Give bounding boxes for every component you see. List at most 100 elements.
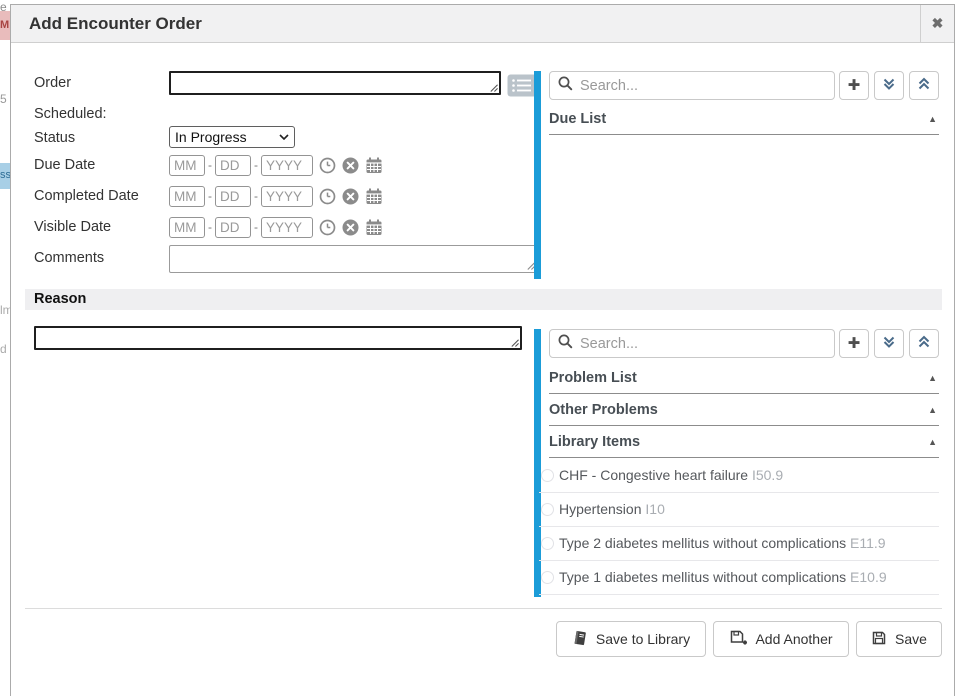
library-item-type2-diabetes[interactable]: Type 2 diabetes mellitus without complic…	[539, 527, 939, 561]
completed-date-calendar-button[interactable]	[365, 188, 383, 205]
due-list-label: Due List	[549, 111, 606, 127]
radio-icon[interactable]	[541, 469, 554, 482]
due-date-day-input[interactable]	[215, 155, 251, 176]
comments-textarea[interactable]	[169, 245, 538, 273]
due-date-row: - -	[169, 154, 383, 176]
status-select[interactable]: In Progress	[169, 126, 295, 148]
clear-circle-icon	[342, 193, 359, 208]
save-label: Save	[895, 631, 927, 647]
radio-icon[interactable]	[541, 571, 554, 584]
plus-icon: ✚	[848, 78, 861, 93]
problem-list-label: Problem List	[549, 370, 637, 386]
order-lookup-button[interactable]	[507, 74, 537, 97]
radio-icon[interactable]	[541, 503, 554, 516]
due-date-month-input[interactable]	[169, 155, 205, 176]
double-chevron-down-icon	[882, 77, 896, 94]
close-button[interactable]: ✖	[921, 5, 954, 42]
double-chevron-up-icon	[917, 77, 931, 94]
double-chevron-down-icon	[882, 335, 896, 352]
other-problems-label: Other Problems	[549, 402, 658, 418]
reason-input[interactable]	[34, 326, 522, 350]
order-search-input[interactable]	[580, 78, 826, 94]
due-date-calendar-button[interactable]	[365, 157, 383, 174]
due-date-label: Due Date	[34, 157, 95, 173]
list-icon	[507, 85, 537, 100]
order-add-button[interactable]: ✚	[839, 71, 869, 100]
library-item-type1-diabetes[interactable]: Type 1 diabetes mellitus without complic…	[539, 561, 939, 595]
completed-date-month-input[interactable]	[169, 186, 205, 207]
triangle-up-icon: ▲	[928, 437, 937, 447]
add-another-label: Add Another	[755, 631, 832, 647]
completed-date-year-input[interactable]	[261, 186, 313, 207]
completed-date-time-button[interactable]	[319, 188, 336, 205]
clock-icon	[319, 224, 336, 239]
background-fragment: M	[0, 11, 10, 40]
calendar-icon	[365, 193, 383, 208]
panel-accent-bar	[534, 71, 541, 279]
library-item-hypertension[interactable]: Hypertension I10	[539, 493, 939, 527]
due-date-clear-button[interactable]	[342, 157, 359, 174]
resize-grip-icon[interactable]	[510, 338, 519, 347]
dialog-title: Add Encounter Order	[29, 5, 202, 42]
completed-date-day-input[interactable]	[215, 186, 251, 207]
save-button[interactable]: Save	[856, 621, 942, 657]
date-separator: -	[254, 216, 258, 238]
radio-icon[interactable]	[541, 537, 554, 550]
order-search-box	[549, 71, 835, 100]
reason-add-button[interactable]: ✚	[839, 329, 869, 358]
visible-date-time-button[interactable]	[319, 219, 336, 236]
date-separator: -	[254, 154, 258, 176]
reason-search-input[interactable]	[580, 336, 826, 352]
search-icon	[558, 76, 573, 96]
due-date-year-input[interactable]	[261, 155, 313, 176]
problem-list-section-header[interactable]: Problem List ▲	[549, 367, 939, 394]
order-collapse-all-button[interactable]	[909, 71, 939, 100]
save-to-library-button[interactable]: Save to Library	[556, 621, 706, 657]
library-item-name: CHF - Congestive heart failure	[559, 467, 748, 483]
due-date-time-button[interactable]	[319, 157, 336, 174]
visible-date-clear-button[interactable]	[342, 219, 359, 236]
order-expand-all-button[interactable]	[874, 71, 904, 100]
visible-date-row: - -	[169, 216, 383, 238]
reason-section-band: Reason	[25, 289, 942, 310]
date-separator: -	[254, 185, 258, 207]
resize-grip-icon[interactable]	[489, 83, 498, 92]
visible-date-month-input[interactable]	[169, 217, 205, 238]
clear-circle-icon	[342, 162, 359, 177]
library-item-code: I10	[645, 501, 664, 517]
reason-expand-all-button[interactable]	[874, 329, 904, 358]
other-problems-section-header[interactable]: Other Problems ▲	[549, 399, 939, 426]
save-add-icon	[729, 629, 747, 649]
scheduled-label: Scheduled:	[34, 106, 107, 122]
search-icon	[558, 334, 573, 354]
triangle-up-icon: ▲	[928, 114, 937, 124]
calendar-icon	[365, 224, 383, 239]
library-item-chf[interactable]: CHF - Congestive heart failure I50.9	[539, 459, 939, 493]
add-encounter-order-dialog: Add Encounter Order ✖ Order Scheduled: S…	[10, 4, 955, 696]
due-list-section-header[interactable]: Due List ▲	[549, 108, 939, 135]
save-icon	[871, 630, 887, 649]
plus-icon: ✚	[848, 336, 861, 351]
order-input[interactable]	[169, 71, 501, 95]
visible-date-calendar-button[interactable]	[365, 219, 383, 236]
library-items-label: Library Items	[549, 434, 640, 450]
completed-date-label: Completed Date	[34, 188, 139, 204]
clock-icon	[319, 193, 336, 208]
reason-search-box	[549, 329, 835, 358]
add-another-button[interactable]: Add Another	[713, 621, 849, 657]
library-items-section-header[interactable]: Library Items ▲	[549, 431, 939, 458]
order-label: Order	[34, 75, 71, 91]
clock-icon	[319, 162, 336, 177]
book-icon	[572, 630, 588, 649]
calendar-icon	[365, 162, 383, 177]
completed-date-clear-button[interactable]	[342, 188, 359, 205]
visible-date-label: Visible Date	[34, 219, 111, 235]
reason-collapse-all-button[interactable]	[909, 329, 939, 358]
visible-date-year-input[interactable]	[261, 217, 313, 238]
triangle-up-icon: ▲	[928, 405, 937, 415]
date-separator: -	[208, 154, 212, 176]
background-fragment: 5	[0, 92, 10, 106]
date-separator: -	[208, 185, 212, 207]
background-fragment: lm	[0, 303, 10, 317]
visible-date-day-input[interactable]	[215, 217, 251, 238]
